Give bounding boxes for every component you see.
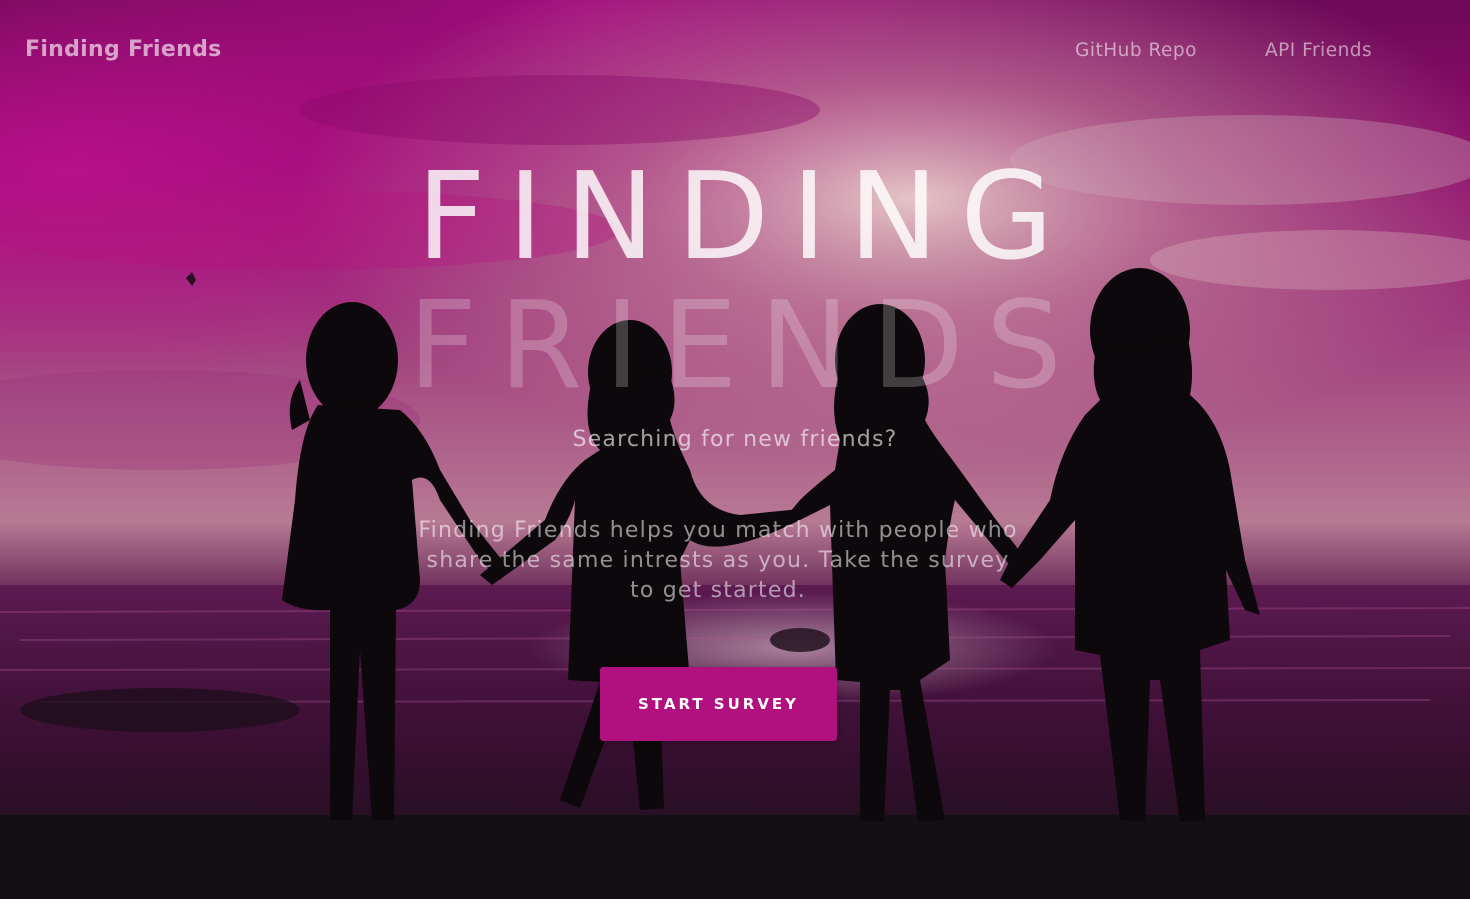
hero-description: Finding Friends helps you match with peo…: [418, 518, 1018, 603]
hero-subheading: Searching for new friends?: [572, 427, 898, 452]
start-survey-button[interactable]: START SURVEY: [600, 667, 837, 741]
nav-link-api-friends[interactable]: API Friends: [1265, 40, 1372, 61]
hero-title-line-1: FINDING: [416, 148, 1076, 287]
nav-link-github-repo[interactable]: GitHub Repo: [1075, 40, 1197, 61]
brand-link[interactable]: Finding Friends: [25, 37, 222, 62]
navbar: Finding Friends GitHub Repo API Friends: [0, 0, 1470, 104]
hero-title-line-2: FRIENDS: [408, 277, 1084, 416]
hero-section: Finding Friends GitHub Repo API Friends …: [0, 0, 1470, 899]
